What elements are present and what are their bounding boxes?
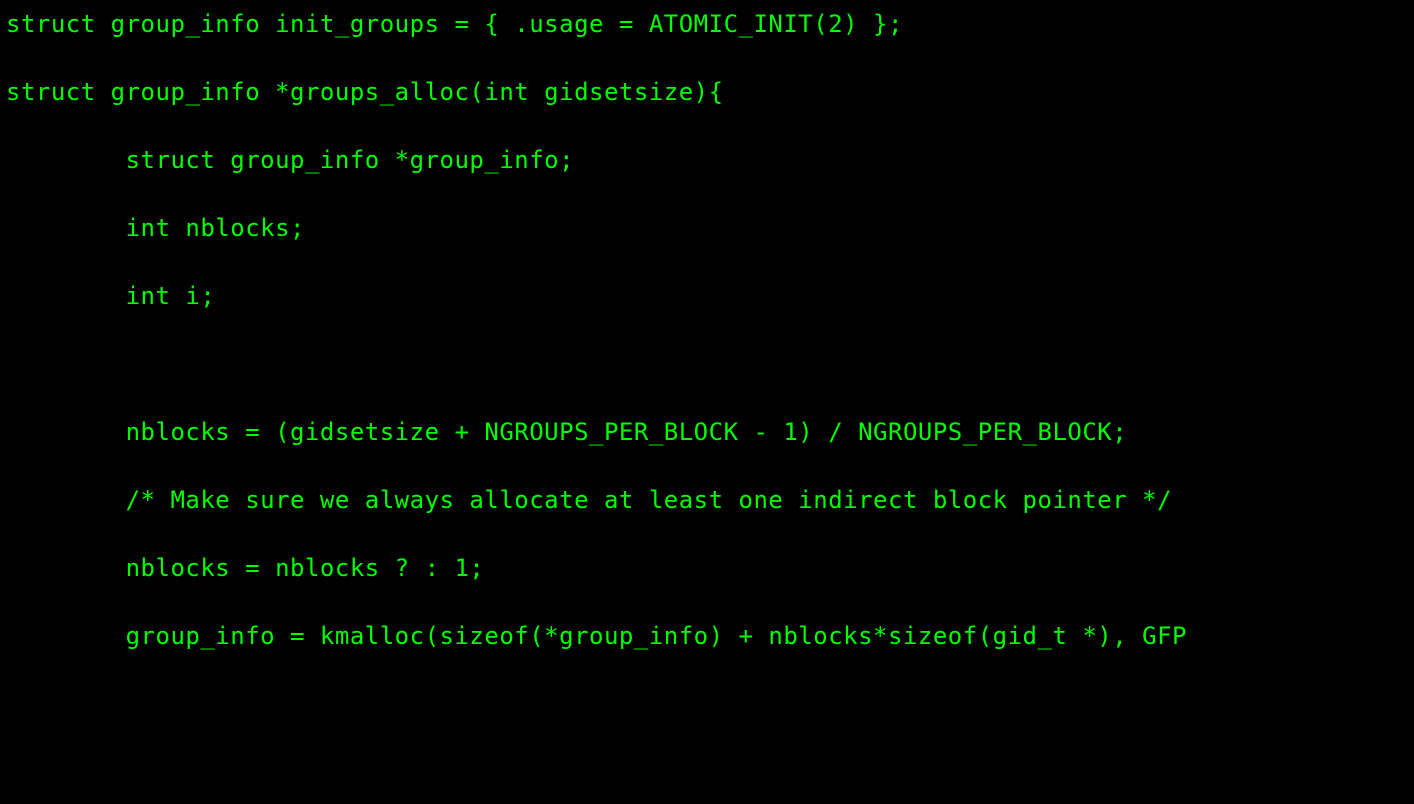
code-line: group_info = kmalloc(sizeof(*group_info)… bbox=[6, 620, 1408, 654]
code-line: struct group_info init_groups = { .usage… bbox=[6, 8, 1408, 42]
code-line bbox=[6, 518, 1408, 552]
code-line: nblocks = nblocks ? : 1; bbox=[6, 552, 1408, 586]
code-line bbox=[6, 382, 1408, 416]
code-line: struct group_info *group_info; bbox=[6, 144, 1408, 178]
code-line: /* Make sure we always allocate at least… bbox=[6, 484, 1408, 518]
code-line bbox=[6, 348, 1408, 382]
code-line: nblocks = (gidsetsize + NGROUPS_PER_BLOC… bbox=[6, 416, 1408, 450]
code-line: int i; bbox=[6, 280, 1408, 314]
code-line: int nblocks; bbox=[6, 212, 1408, 246]
code-block: struct group_info init_groups = { .usage… bbox=[6, 8, 1408, 654]
code-line bbox=[6, 450, 1408, 484]
code-line bbox=[6, 110, 1408, 144]
code-line bbox=[6, 178, 1408, 212]
code-line bbox=[6, 314, 1408, 348]
code-line bbox=[6, 246, 1408, 280]
code-line bbox=[6, 42, 1408, 76]
code-line bbox=[6, 586, 1408, 620]
code-line: struct group_info *groups_alloc(int gids… bbox=[6, 76, 1408, 110]
